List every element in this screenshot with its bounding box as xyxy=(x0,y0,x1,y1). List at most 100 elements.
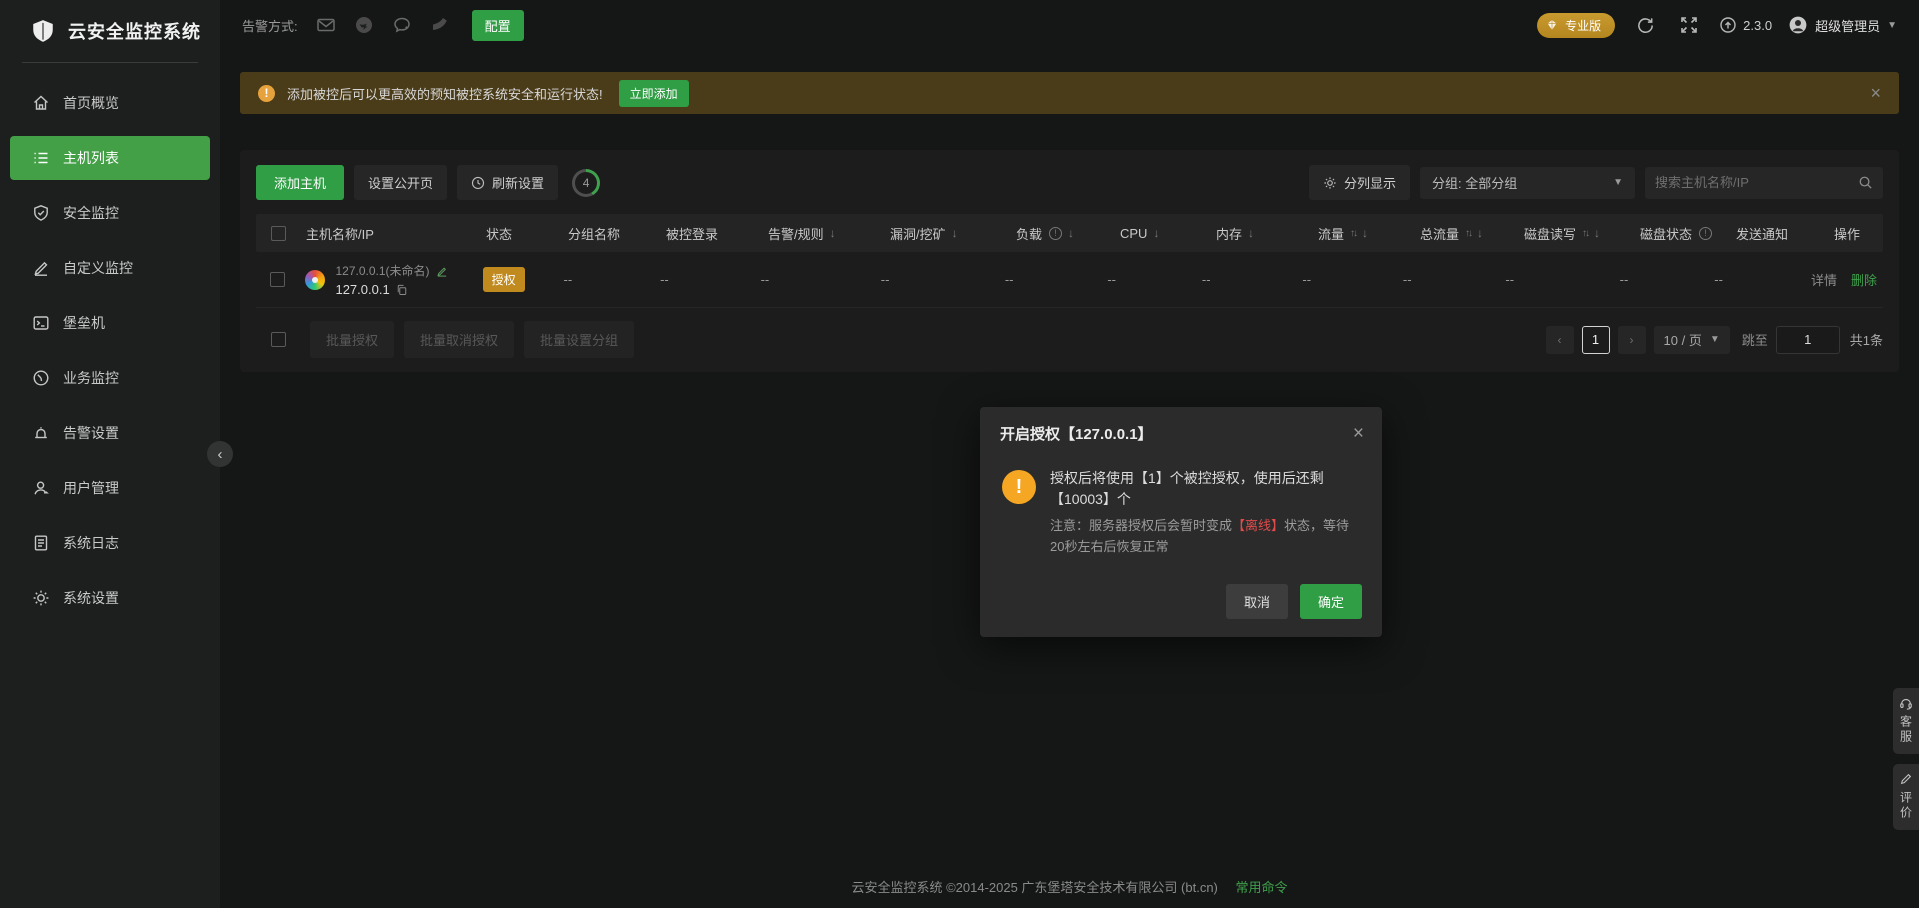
sidebar-item-home[interactable]: 首页概览 xyxy=(10,81,210,125)
app-root: 云安全监控系统 首页概览 主机列表 安全监控 自定义监控 堡垒机 业务监控 xyxy=(0,0,1919,908)
sidebar-item-bastion[interactable]: 堡垒机 xyxy=(10,301,210,345)
alarm-method-label: 告警方式: xyxy=(242,16,298,35)
sort-updown-icon[interactable]: ↑↓ xyxy=(1465,228,1471,239)
add-now-button[interactable]: 立即添加 xyxy=(619,80,689,107)
col-header: 漏洞/挖矿 xyxy=(890,224,946,243)
logo-row: 云安全监控系统 xyxy=(0,0,220,62)
refresh-icon[interactable] xyxy=(1634,14,1656,36)
main-area: 告警方式: 配置 专业版 2.3.0 超级管理员 xyxy=(220,0,1919,908)
col-header: 分组名称 xyxy=(568,224,620,243)
refresh-settings-label: 刷新设置 xyxy=(492,173,544,192)
update-icon xyxy=(1719,16,1737,34)
column-display-button[interactable]: 分列显示 xyxy=(1309,165,1410,200)
sidebar-item-business-monitor[interactable]: 业务监控 xyxy=(10,356,210,400)
col-header: CPU xyxy=(1120,226,1147,241)
common-commands-link[interactable]: 常用命令 xyxy=(1236,880,1288,895)
support-tab[interactable]: 客服 xyxy=(1893,688,1919,754)
sidebar-item-logs[interactable]: 系统日志 xyxy=(10,521,210,565)
refresh-settings-button[interactable]: 刷新设置 xyxy=(457,165,558,200)
fullscreen-icon[interactable] xyxy=(1678,14,1700,36)
copy-icon[interactable] xyxy=(396,284,408,296)
jump-label: 跳至 xyxy=(1742,330,1768,349)
batch-unauthorize-button[interactable]: 批量取消授权 xyxy=(404,321,514,358)
delete-link[interactable]: 删除 xyxy=(1851,270,1877,289)
next-page-button[interactable]: › xyxy=(1618,326,1646,354)
sort-updown-icon[interactable]: ↑↓ xyxy=(1582,228,1588,239)
sort-down-icon[interactable]: ↓ xyxy=(1068,226,1074,240)
sort-updown-icon[interactable]: ↑↓ xyxy=(1350,228,1356,239)
page-size-select[interactable]: 10 / 页 ▼ xyxy=(1654,326,1730,354)
batch-checkbox[interactable] xyxy=(271,332,286,347)
col-header: 告警/规则 xyxy=(768,224,824,243)
host-table: 主机名称/IP 状态 分组名称 被控登录 告警/规则↓ 漏洞/挖矿↓ 负载!↓ … xyxy=(256,214,1883,308)
select-all-checkbox[interactable] xyxy=(271,226,286,241)
row-checkbox[interactable] xyxy=(270,272,285,287)
sort-down-icon[interactable]: ↓ xyxy=(1248,226,1254,240)
version-label: 2.3.0 xyxy=(1743,18,1772,33)
jump-page-input[interactable] xyxy=(1776,326,1840,354)
banner-close-icon[interactable]: × xyxy=(1870,83,1881,104)
chevron-down-icon: ▼ xyxy=(1710,334,1720,345)
sidebar-collapse-handle[interactable]: ‹ xyxy=(207,441,233,467)
sidebar-item-users[interactable]: 用户管理 xyxy=(10,466,210,510)
list-icon xyxy=(32,149,50,167)
public-page-button[interactable]: 设置公开页 xyxy=(354,165,447,200)
cell-disk-rw: -- xyxy=(1505,272,1514,287)
sidebar-item-hosts[interactable]: 主机列表 xyxy=(10,136,210,180)
edition-label: 专业版 xyxy=(1565,17,1601,34)
app-title: 云安全监控系统 xyxy=(68,18,201,44)
feishu-icon[interactable] xyxy=(429,14,451,36)
group-filter-select[interactable]: 分组: 全部分组 ▼ xyxy=(1420,167,1635,199)
confirm-button[interactable]: 确定 xyxy=(1300,584,1362,619)
user-menu[interactable]: 超级管理员 ▼ xyxy=(1788,15,1897,35)
version-indicator[interactable]: 2.3.0 xyxy=(1719,16,1772,34)
authorize-badge[interactable]: 授权 xyxy=(483,267,525,292)
cancel-button[interactable]: 取消 xyxy=(1226,584,1288,619)
refresh-countdown-value: 4 xyxy=(575,172,597,194)
prev-page-button[interactable]: ‹ xyxy=(1546,326,1574,354)
col-header: 被控登录 xyxy=(666,224,718,243)
cell-load: -- xyxy=(1005,272,1014,287)
search-icon[interactable] xyxy=(1858,175,1873,190)
current-page[interactable]: 1 xyxy=(1582,326,1610,354)
edition-badge[interactable]: 专业版 xyxy=(1537,13,1615,38)
sidebar-item-custom-monitor[interactable]: 自定义监控 xyxy=(10,246,210,290)
col-header: 总流量 xyxy=(1420,224,1459,243)
sidebar-item-label: 首页概览 xyxy=(63,93,119,113)
sort-down-icon[interactable]: ↓ xyxy=(1362,226,1368,240)
batch-set-group-button[interactable]: 批量设置分组 xyxy=(524,321,634,358)
pagination: ‹ 1 › 10 / 页 ▼ 跳至 共1条 xyxy=(1546,326,1883,354)
detail-link[interactable]: 详情 xyxy=(1811,270,1837,289)
cell-cpu: -- xyxy=(1107,272,1116,287)
dingtalk-icon[interactable] xyxy=(353,14,375,36)
edit-icon[interactable] xyxy=(436,265,448,277)
config-button[interactable]: 配置 xyxy=(472,10,524,41)
cell-mem: -- xyxy=(1202,272,1211,287)
sort-down-icon[interactable]: ↓ xyxy=(1153,226,1159,240)
gear-icon xyxy=(1323,176,1337,190)
column-display-label: 分列显示 xyxy=(1344,173,1396,192)
sort-down-icon[interactable]: ↓ xyxy=(952,226,958,240)
add-host-button[interactable]: 添加主机 xyxy=(256,165,344,200)
batch-authorize-button[interactable]: 批量授权 xyxy=(310,321,394,358)
close-icon[interactable]: × xyxy=(1353,424,1364,443)
refresh-countdown-ring: 4 xyxy=(572,169,600,197)
mail-icon[interactable] xyxy=(315,14,337,36)
sort-down-icon[interactable]: ↓ xyxy=(830,226,836,240)
feedback-tab[interactable]: 评价 xyxy=(1893,764,1919,830)
sidebar-item-security[interactable]: 安全监控 xyxy=(10,191,210,235)
feedback-tab-label: 评价 xyxy=(1898,791,1915,821)
siren-icon xyxy=(32,424,50,442)
chevron-down-icon: ▼ xyxy=(1613,177,1623,188)
search-input[interactable] xyxy=(1655,175,1858,190)
col-header: 流量 xyxy=(1318,224,1344,243)
host-name: 127.0.0.1(未命名) xyxy=(335,262,429,279)
sort-down-icon[interactable]: ↓ xyxy=(1594,226,1600,240)
sort-down-icon[interactable]: ↓ xyxy=(1477,226,1483,240)
wechat-icon[interactable] xyxy=(391,14,413,36)
sidebar-item-alarm-settings[interactable]: 告警设置 xyxy=(10,411,210,455)
gear-icon xyxy=(32,589,50,607)
sidebar-item-settings[interactable]: 系统设置 xyxy=(10,576,210,620)
cell-login: -- xyxy=(660,272,669,287)
sidebar-item-label: 系统日志 xyxy=(63,533,119,553)
